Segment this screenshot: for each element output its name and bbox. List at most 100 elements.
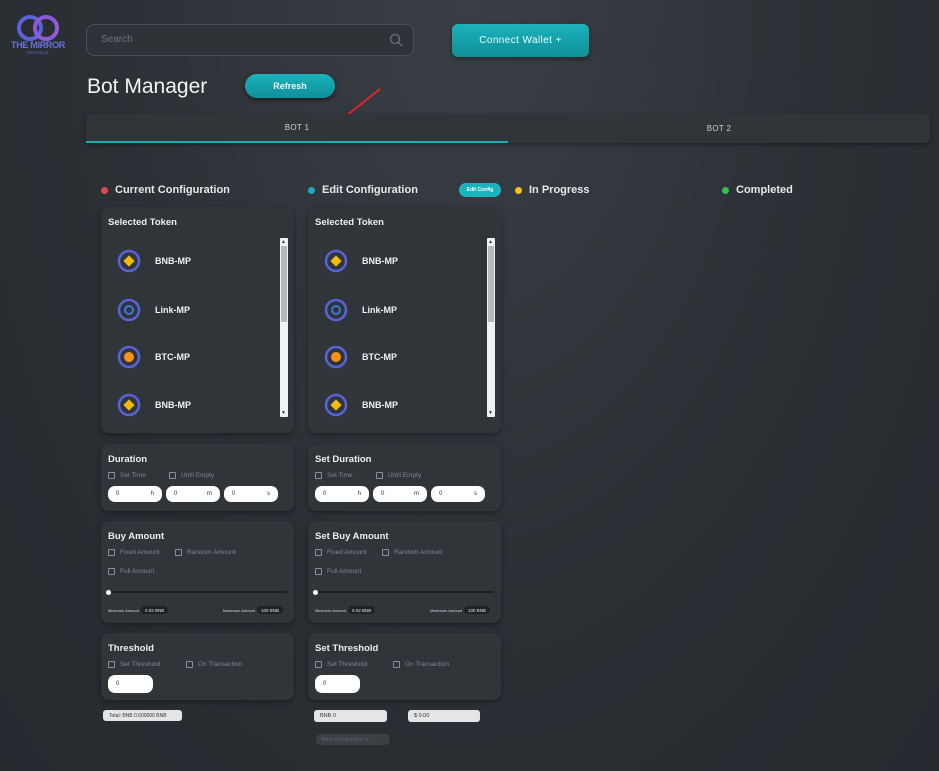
panel-title: Set Duration — [315, 454, 372, 465]
usd-value-field[interactable]: $ 0.00 — [408, 710, 480, 722]
status-label: Completed — [736, 184, 793, 196]
until-empty-checkbox[interactable]: Until Empty — [169, 472, 214, 479]
until-empty-checkbox[interactable]: Until Empty — [376, 472, 421, 479]
panel-title: Selected Token — [315, 217, 384, 228]
logo-subtext: PROTOCOL — [26, 50, 50, 55]
fixed-amount-checkbox[interactable]: Fixed Amount — [315, 549, 367, 556]
scroll-thumb[interactable] — [488, 246, 494, 322]
max-label: Maximum Amount — [430, 608, 463, 613]
min-value: 0.02 BNB — [348, 606, 376, 614]
min-label: Minimum Amount — [315, 608, 346, 613]
panel-title: Set Buy Amount — [315, 531, 389, 542]
tab-bot-1[interactable]: BOT 1 — [86, 114, 508, 143]
current-buy-panel: Buy Amount Fixed Amount Random Amount Fu… — [101, 521, 294, 623]
on-transaction-checkbox[interactable]: On Transaction — [186, 661, 242, 668]
minutes-input[interactable]: 0m — [373, 486, 427, 502]
amount-slider[interactable] — [108, 591, 287, 593]
tab-bot-2[interactable]: BOT 2 — [508, 114, 930, 143]
logo-text: THE MIRROR — [11, 40, 65, 50]
max-value: 100 BNB — [257, 606, 284, 614]
on-transaction-checkbox[interactable]: On Transaction — [393, 661, 449, 668]
write-configuration-button[interactable]: Write Configuration ✕ — [316, 734, 390, 745]
min-label: Minimum Amount — [108, 608, 139, 613]
set-time-checkbox[interactable]: Set Time — [108, 472, 146, 479]
scroll-up-icon[interactable]: ▲ — [488, 239, 493, 245]
token-scrollbar[interactable]: ▲ ▼ — [487, 238, 495, 417]
panel-title: Set Threshold — [315, 643, 379, 654]
bnb-icon — [324, 249, 348, 273]
edit-token-panel: Selected Token BNB-MP Link-MP BTC-MP BNB… — [308, 207, 501, 433]
refresh-button[interactable]: Refresh — [245, 74, 335, 98]
search-icon[interactable] — [389, 33, 403, 47]
status-label: In Progress — [529, 184, 590, 196]
bnb-icon — [324, 393, 348, 417]
threshold-input[interactable]: 0 — [315, 675, 360, 693]
token-item[interactable]: BNB-MP — [117, 393, 191, 417]
panel-title: Duration — [108, 454, 148, 465]
random-amount-checkbox[interactable]: Random Amount — [382, 549, 442, 556]
minutes-input[interactable]: 0m — [166, 486, 220, 502]
connect-wallet-button[interactable]: Connect Wallet + — [452, 24, 589, 57]
set-threshold-checkbox[interactable]: Set Threshold — [315, 661, 367, 668]
full-amount-checkbox[interactable]: Full Amount — [315, 568, 361, 575]
threshold-input[interactable]: 0 — [108, 675, 153, 693]
token-item[interactable]: BTC-MP — [324, 345, 397, 369]
random-amount-checkbox[interactable]: Random Amount — [175, 549, 235, 556]
status-label: Current Configuration — [115, 184, 230, 196]
token-name: BNB-MP — [155, 256, 191, 266]
panel-title: Selected Token — [108, 217, 177, 228]
max-label: Maximum Amount — [223, 608, 256, 613]
edit-buy-panel: Set Buy Amount Fixed Amount Random Amoun… — [308, 521, 501, 623]
token-item[interactable]: Link-MP — [117, 298, 190, 322]
scroll-down-icon[interactable]: ▼ — [281, 410, 286, 416]
bot-tabs: BOT 1 BOT 2 — [86, 114, 930, 143]
set-threshold-checkbox[interactable]: Set Threshold — [108, 661, 160, 668]
slider-knob[interactable] — [313, 590, 318, 595]
bnb-value-field[interactable]: BNB 0 — [314, 710, 387, 722]
search-box[interactable] — [86, 24, 414, 56]
min-value: 0.02 BNB — [141, 606, 169, 614]
current-threshold-panel: Threshold Set Threshold On Transaction 0 — [101, 633, 294, 700]
token-name: BNB-MP — [362, 256, 398, 266]
amount-slider[interactable] — [315, 591, 494, 593]
full-amount-checkbox[interactable]: Full Amount — [108, 568, 154, 575]
status-label: Edit Configuration — [322, 184, 418, 196]
panel-title: Buy Amount — [108, 531, 165, 542]
current-duration-panel: Duration Set Time Until Empty 0h 0m 0s — [101, 444, 294, 511]
token-item[interactable]: BTC-MP — [117, 345, 190, 369]
hours-input[interactable]: 0h — [315, 486, 369, 502]
status-in-progress: In Progress — [515, 184, 590, 196]
token-item[interactable]: BNB-MP — [324, 393, 398, 417]
edit-duration-panel: Set Duration Set Time Until Empty 0h 0m … — [308, 444, 501, 511]
fixed-amount-checkbox[interactable]: Fixed Amount — [108, 549, 160, 556]
hours-input[interactable]: 0h — [108, 486, 162, 502]
slider-knob[interactable] — [106, 590, 111, 595]
token-name: BNB-MP — [362, 400, 398, 410]
status-dot-green-icon — [722, 186, 729, 194]
token-item[interactable]: BNB-MP — [117, 249, 191, 273]
bnb-icon — [117, 393, 141, 417]
status-completed: Completed — [722, 184, 793, 196]
status-dot-red-icon — [101, 186, 108, 194]
page-title: Bot Manager — [87, 75, 208, 98]
status-current: Current Configuration — [101, 184, 230, 196]
token-name: Link-MP — [362, 305, 397, 315]
seconds-input[interactable]: 0s — [431, 486, 485, 502]
status-edit: Edit Configuration — [308, 184, 418, 196]
total-display: Total: BNB 0.000000 BNB — [103, 710, 182, 721]
btc-icon — [324, 345, 348, 369]
search-input[interactable] — [101, 34, 371, 45]
token-scrollbar[interactable]: ▲ ▼ — [280, 238, 288, 417]
edit-config-button[interactable]: Edit Config — [459, 183, 501, 197]
token-name: BTC-MP — [362, 352, 397, 362]
scroll-down-icon[interactable]: ▼ — [488, 410, 493, 416]
token-item[interactable]: BNB-MP — [324, 249, 398, 273]
set-time-checkbox[interactable]: Set Time — [315, 472, 353, 479]
token-name: Link-MP — [155, 305, 190, 315]
seconds-input[interactable]: 0s — [224, 486, 278, 502]
token-item[interactable]: Link-MP — [324, 298, 397, 322]
token-name: BTC-MP — [155, 352, 190, 362]
scroll-thumb[interactable] — [281, 246, 287, 322]
scroll-up-icon[interactable]: ▲ — [281, 239, 286, 245]
bnb-icon — [117, 249, 141, 273]
